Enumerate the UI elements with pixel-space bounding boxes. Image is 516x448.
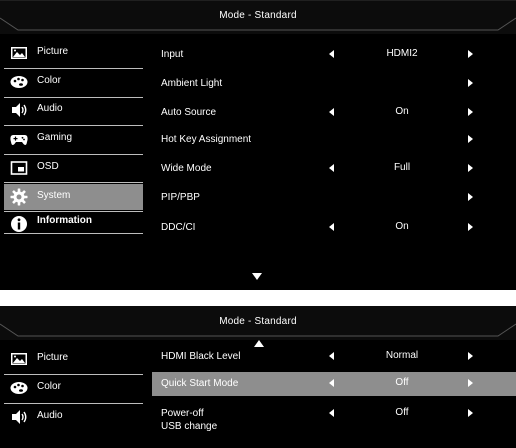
setting-row-ambient-light[interactable]: Ambient Light bbox=[152, 72, 516, 96]
arrow-left-icon[interactable] bbox=[329, 164, 334, 172]
setting-label: Ambient Light bbox=[161, 78, 223, 89]
menu-header: Mode - Standard bbox=[0, 306, 516, 340]
sidebar-item-label: Color bbox=[37, 381, 61, 392]
sidebar-item-label: Color bbox=[37, 75, 61, 86]
setting-value: Full bbox=[393, 162, 411, 173]
arrow-right-icon[interactable] bbox=[468, 108, 473, 116]
arrow-right-icon[interactable] bbox=[468, 193, 473, 201]
picture-icon bbox=[11, 353, 27, 365]
setting-row-hot-key-assignment[interactable]: Hot Key Assignment bbox=[152, 128, 516, 152]
arrow-left-icon[interactable] bbox=[329, 409, 334, 417]
arrow-right-icon[interactable] bbox=[468, 379, 473, 387]
setting-row-pip-pbp[interactable]: PIP/PBP bbox=[152, 186, 516, 210]
osd-menu-top: Mode - Standard Picture Color Audio Gami… bbox=[0, 0, 516, 290]
arrow-right-icon[interactable] bbox=[468, 50, 473, 58]
sidebar-item-label: Picture bbox=[37, 352, 69, 363]
setting-label: Quick Start Mode bbox=[161, 378, 239, 389]
setting-row-quick-start-mode[interactable]: Quick Start Mode Off bbox=[152, 372, 516, 396]
speaker-icon bbox=[12, 103, 27, 117]
osd-icon bbox=[10, 161, 28, 175]
gamepad-icon bbox=[10, 135, 28, 145]
arrow-left-icon[interactable] bbox=[329, 379, 334, 387]
sidebar-item-label: Picture bbox=[37, 46, 69, 57]
setting-value: Off bbox=[395, 377, 409, 388]
setting-value: Normal bbox=[385, 350, 419, 361]
sidebar-item-label: Information bbox=[37, 215, 92, 226]
setting-label: Auto Source bbox=[161, 107, 217, 118]
setting-row-input[interactable]: Input HDMI2 bbox=[152, 43, 516, 67]
info-icon bbox=[11, 216, 27, 232]
sidebar-item-label: Audio bbox=[37, 103, 63, 114]
setting-label: Hot Key Assignment bbox=[161, 134, 252, 145]
setting-row-wide-mode[interactable]: Wide Mode Full bbox=[152, 157, 516, 181]
scroll-down-icon[interactable] bbox=[252, 273, 262, 280]
setting-label: Wide Mode bbox=[161, 163, 212, 174]
sidebar-item-system[interactable]: System bbox=[4, 184, 143, 210]
mode-title: Mode - Standard bbox=[219, 10, 297, 21]
arrow-right-icon[interactable] bbox=[468, 164, 473, 172]
setting-label: Input bbox=[161, 49, 184, 60]
arrow-left-icon[interactable] bbox=[329, 108, 334, 116]
setting-label: PIP/PBP bbox=[161, 192, 200, 203]
sidebar-item-label: Gaming bbox=[37, 132, 73, 143]
sidebar-item-label: Audio bbox=[37, 410, 63, 421]
gear-icon bbox=[10, 188, 28, 206]
sidebar-item-color[interactable]: Color bbox=[4, 375, 143, 401]
sidebar-item-audio[interactable]: Audio bbox=[4, 404, 143, 430]
arrow-left-icon[interactable] bbox=[329, 352, 334, 360]
sidebar-item-osd[interactable]: OSD bbox=[4, 155, 143, 181]
setting-label-line-2: USB change bbox=[161, 421, 218, 432]
setting-label: Power-off USB change bbox=[161, 407, 217, 433]
sidebar-item-picture[interactable]: Picture bbox=[4, 40, 143, 66]
osd-menu-bottom: Mode - Standard Picture Color Audio HDMI… bbox=[0, 306, 516, 448]
sidebar-item-label: OSD bbox=[37, 161, 59, 172]
palette-icon bbox=[10, 382, 28, 394]
arrow-right-icon[interactable] bbox=[468, 352, 473, 360]
sidebar-item-color[interactable]: Color bbox=[4, 69, 143, 95]
arrow-right-icon[interactable] bbox=[468, 135, 473, 143]
setting-label: DDC/CI bbox=[161, 222, 196, 233]
setting-label-line-1: Power-off bbox=[161, 408, 204, 419]
setting-label: HDMI Black Level bbox=[161, 351, 241, 362]
setting-value: HDMI2 bbox=[386, 48, 418, 59]
setting-value: On bbox=[395, 106, 409, 117]
setting-value: Off bbox=[395, 407, 409, 418]
mode-title: Mode - Standard bbox=[219, 316, 297, 327]
picture-icon bbox=[11, 47, 27, 59]
sidebar-item-label: System bbox=[37, 190, 71, 201]
sidebar-item-picture[interactable]: Picture bbox=[4, 346, 143, 372]
speaker-icon bbox=[12, 410, 27, 424]
arrow-right-icon[interactable] bbox=[468, 79, 473, 87]
setting-row-hdmi-black-level[interactable]: HDMI Black Level Normal bbox=[152, 345, 516, 369]
sidebar-item-gaming[interactable]: Gaming bbox=[4, 126, 143, 152]
setting-row-auto-source[interactable]: Auto Source On bbox=[152, 101, 516, 125]
setting-row-power-off-usb-change[interactable]: Power-off USB change Off bbox=[152, 402, 516, 436]
divider bbox=[4, 233, 143, 234]
setting-row-ddc-ci[interactable]: DDC/CI On bbox=[152, 216, 516, 240]
arrow-left-icon[interactable] bbox=[329, 223, 334, 231]
menu-header: Mode - Standard bbox=[0, 0, 516, 34]
palette-icon bbox=[10, 76, 28, 88]
arrow-right-icon[interactable] bbox=[468, 409, 473, 417]
arrow-left-icon[interactable] bbox=[329, 50, 334, 58]
arrow-right-icon[interactable] bbox=[468, 223, 473, 231]
setting-value: On bbox=[395, 221, 409, 232]
sidebar-item-audio[interactable]: Audio bbox=[4, 97, 143, 123]
divider bbox=[4, 182, 143, 183]
